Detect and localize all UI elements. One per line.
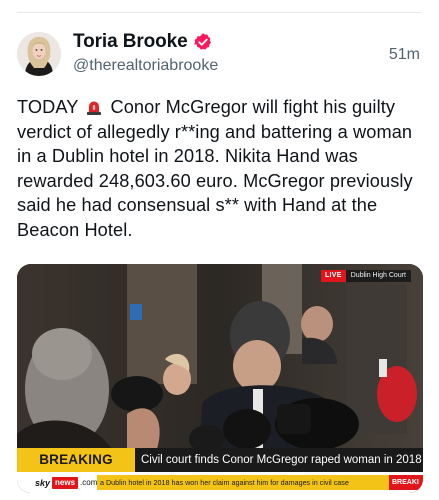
breaking-news-band: BREAKING NEWS Civil court finds Conor Mc… [17, 448, 423, 491]
logo-news: news [52, 476, 79, 489]
breaking-headline: Civil court finds Conor McGregor raped w… [135, 448, 423, 472]
avatar[interactable] [17, 32, 61, 76]
top-divider [17, 12, 422, 13]
police-siren-icon [85, 97, 103, 115]
live-bug: LIVE Dublin High Court [320, 270, 411, 282]
sky-news-logo: sky news .com [17, 472, 97, 493]
post-text-start: TODAY [17, 97, 79, 117]
logo-sky: sky [35, 477, 51, 488]
logo-com: .com [80, 478, 98, 487]
breaking-news-label: BREAKING NEWS [17, 448, 135, 491]
post-text-rest: Conor McGregor will fight his guilty ver… [17, 97, 413, 240]
user-handle[interactable]: @therealtoriabrooke [73, 57, 218, 75]
name-row: Toria Brooke [73, 30, 218, 54]
ticker-end: BREAKI [389, 475, 423, 490]
ticker-text: a Dublin hotel in 2018 has won her claim… [97, 475, 389, 490]
post-text: TODAY Conor McGregor will fight his guil… [17, 95, 427, 242]
news-ticker: sky news .com a Dublin hotel in 2018 has… [17, 472, 423, 493]
live-location: Dublin High Court [345, 270, 411, 282]
timestamp[interactable]: 51m [389, 46, 420, 64]
display-name[interactable]: Toria Brooke [73, 31, 188, 53]
post-header: Toria Brooke @therealtoriabrooke 51m [17, 30, 422, 80]
verified-badge-icon [193, 32, 213, 52]
live-tag: LIVE [320, 270, 346, 282]
news-video-thumbnail[interactable]: LIVE Dublin High Court BREAKING NEWS Civ… [17, 264, 423, 493]
name-block: Toria Brooke @therealtoriabrooke [73, 30, 218, 75]
